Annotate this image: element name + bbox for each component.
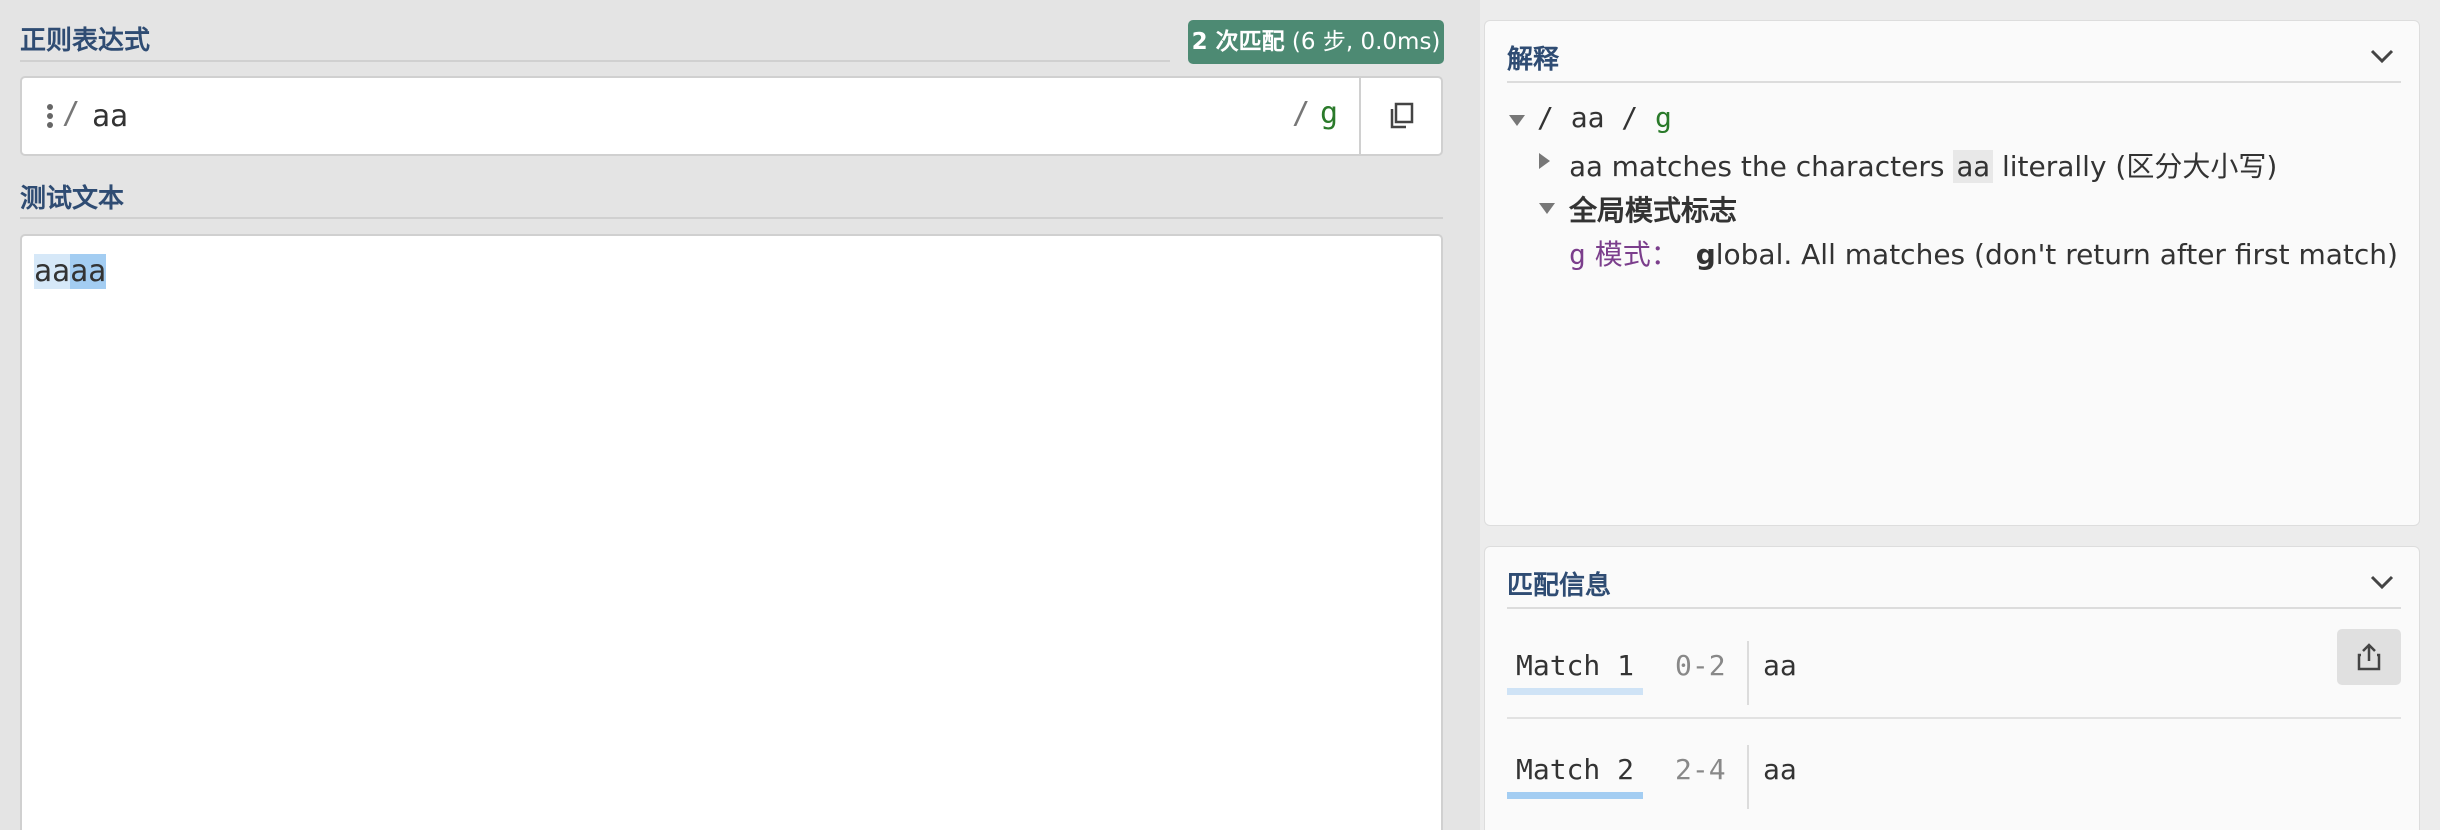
explanation-root: / aa / g bbox=[1537, 101, 1672, 134]
flag-description-row: g 模式： global. All matches (don't return … bbox=[1569, 238, 2398, 271]
flag-letter: g bbox=[1569, 238, 1586, 271]
test-text-content[interactable]: aaaa bbox=[34, 254, 107, 289]
chevron-down-icon[interactable] bbox=[2369, 47, 2395, 65]
copy-icon bbox=[1390, 102, 1414, 129]
explanation-panel: 解释 / aa / g aa matches the characters aa… bbox=[1484, 20, 2420, 526]
match-value: aa bbox=[1763, 649, 1797, 682]
regex-close-delimiter: / bbox=[1292, 96, 1311, 131]
match-value: aa bbox=[1763, 753, 1797, 786]
token-chip: aa bbox=[1953, 150, 1994, 183]
match-row-2[interactable]: Match 2 2-4 aa bbox=[1507, 745, 2401, 825]
match-label: Match 1 bbox=[1507, 649, 1643, 695]
explanation-token-row: aa matches the characters aa literally (… bbox=[1569, 150, 2278, 183]
test-text-editor[interactable]: aaaa bbox=[20, 234, 1443, 830]
match-info-divider bbox=[1507, 607, 2401, 609]
token-text: aa bbox=[1569, 150, 1603, 183]
regex-input[interactable] bbox=[92, 94, 692, 138]
chevron-down-icon[interactable] bbox=[2369, 573, 2395, 591]
match-label: Match 2 bbox=[1507, 753, 1643, 799]
regex-open-delimiter: / bbox=[62, 96, 81, 131]
match-info-panel: 匹配信息 Match 1 0-2 aa Match 2 2-4 aa bbox=[1484, 546, 2420, 830]
match-range: 2-4 bbox=[1675, 753, 1726, 786]
match-info-title: 匹配信息 bbox=[1507, 571, 1612, 601]
match-count: 2 次匹配 bbox=[1191, 29, 1285, 55]
copy-regex-button[interactable] bbox=[1359, 78, 1441, 154]
match-stats: (6 步, 0.0ms) bbox=[1291, 29, 1441, 55]
expand-token-icon[interactable] bbox=[1539, 153, 1550, 169]
regex-editor: / / g bbox=[20, 76, 1443, 156]
editor-pane: 正则表达式 2 次匹配 (6 步, 0.0ms) / / g 测试文本 aaaa bbox=[0, 0, 1480, 830]
match-range: 0-2 bbox=[1675, 649, 1726, 682]
match-row-divider bbox=[1507, 717, 2401, 719]
regex-section-title: 正则表达式 bbox=[20, 26, 151, 56]
collapse-flags-icon[interactable] bbox=[1539, 203, 1555, 214]
regex-section-divider bbox=[20, 60, 1170, 62]
match-count-badge: 2 次匹配 (6 步, 0.0ms) bbox=[1188, 20, 1444, 64]
flag-mode-label: 模式： bbox=[1594, 238, 1679, 271]
drag-handle-icon[interactable] bbox=[46, 104, 54, 128]
match-highlight-1: aa bbox=[34, 254, 71, 289]
explanation-title: 解释 bbox=[1507, 45, 1560, 75]
match-separator bbox=[1747, 641, 1749, 705]
collapse-root-icon[interactable] bbox=[1509, 115, 1525, 126]
regex-flags[interactable]: g bbox=[1320, 96, 1338, 131]
flags-heading: 全局模式标志 bbox=[1569, 194, 1738, 227]
match-separator bbox=[1747, 745, 1749, 809]
sidebar-pane: 解释 / aa / g aa matches the characters aa… bbox=[1480, 0, 2440, 830]
match-row-1[interactable]: Match 1 0-2 aa bbox=[1507, 641, 2401, 721]
test-section-divider bbox=[20, 217, 1443, 219]
explanation-divider bbox=[1507, 81, 2401, 83]
match-highlight-2: aa bbox=[70, 254, 107, 289]
test-section-title: 测试文本 bbox=[20, 184, 125, 214]
